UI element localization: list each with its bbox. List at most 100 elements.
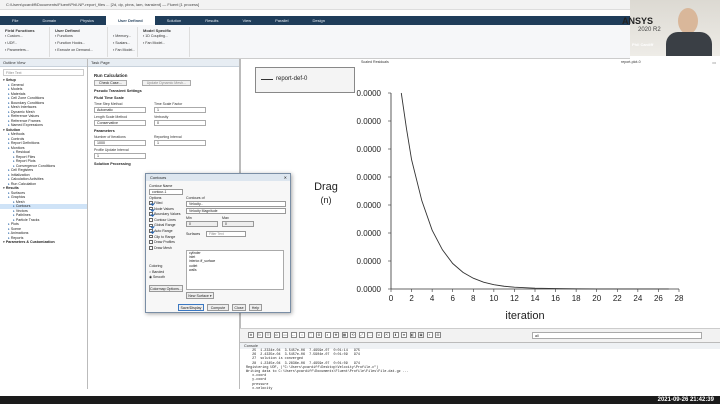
update-dynamic-mesh-button[interactable]: Update Dynamic Mesh... (141, 80, 192, 86)
ribbon-tab-results[interactable]: Results (193, 16, 230, 25)
ribbon-tab-physics[interactable]: Physics (68, 16, 106, 25)
reporting-interval-input[interactable]: 1 (154, 140, 206, 146)
verbosity-label: Verbosity (154, 115, 169, 119)
toolbar-tool-icon[interactable]: ⌖ (426, 332, 433, 338)
ribbon-item[interactable]: ▪ Fan Model... (113, 48, 135, 52)
surfaces-list[interactable]: cylinder inlet interior-ff_surface outlet wa… (186, 250, 284, 290)
toolbar-tool-icon[interactable]: ◐ (324, 332, 331, 338)
x-axis-label: iteration (505, 310, 544, 322)
ribbon-tab-view[interactable]: View (231, 16, 264, 25)
toolbar-tool-icon[interactable]: ⤢ (358, 332, 365, 338)
ribbon-group-title: User Defined (55, 28, 80, 33)
toolbar-tool-icon[interactable]: ↻ (256, 332, 263, 338)
ribbon-tab-file[interactable]: File (0, 16, 30, 25)
toolbar-tool-icon[interactable]: ↕ (299, 332, 305, 338)
tree-item-label: Reports (10, 235, 24, 240)
ribbon-item[interactable]: ▪ Custom... (5, 34, 23, 38)
coloring-row[interactable]: ◉ Smooth (149, 275, 165, 280)
option-label: Node Values (154, 206, 174, 211)
ribbon-tab-parallel[interactable]: Parallel (263, 16, 300, 25)
contours-of-sub-select[interactable]: Velocity Magnitude (186, 208, 286, 214)
ribbon-tab-user-defined[interactable]: User Defined (106, 16, 155, 25)
toolbar-tool-icon[interactable]: ⇱ (384, 332, 390, 338)
save-display-button[interactable]: Save/Display (178, 304, 204, 311)
toolbar-tool-icon[interactable]: ⬌ (401, 332, 407, 338)
checkbox[interactable] (149, 246, 153, 250)
toolbar-tool-icon[interactable]: ⤧ (265, 332, 271, 338)
checkbox[interactable] (149, 223, 153, 228)
min-input[interactable]: 0 (186, 221, 218, 227)
toolbar-tool-icon[interactable]: ✥ (333, 332, 339, 338)
y-tick-label: 0.0000 (357, 229, 382, 238)
toolbar-tool-icon[interactable]: ▭ (282, 332, 288, 338)
ribbon-item[interactable]: ▪ Scalars... (113, 41, 130, 45)
surfaces-filter-input[interactable]: Filter Text (206, 231, 246, 237)
contours-of-select[interactable]: Velocity... (186, 201, 286, 207)
toolbar-tool-icon[interactable]: ▣ (418, 332, 424, 338)
ribbon-item[interactable]: ▪ Functions (55, 34, 73, 38)
ribbon-item[interactable]: ▪ Fan Model... (143, 41, 165, 45)
check-case-button[interactable]: Check Case... (94, 80, 127, 86)
ribbon-item[interactable]: ▪ Execute on Demand... (55, 48, 93, 52)
time-scale-factor-input[interactable]: 1 (154, 107, 206, 113)
ribbon-tab-domain[interactable]: Domain (30, 16, 68, 25)
checkbox[interactable] (149, 234, 153, 239)
toolbar-tool-icon[interactable]: ⊞ (435, 332, 441, 338)
iterations-input[interactable]: 1000 (94, 140, 146, 146)
tree-item-label: Parameters & Customization (5, 240, 55, 244)
coloring-options: ○ Banded ◉ Smooth (149, 270, 165, 281)
display-selector[interactable]: all (532, 332, 702, 339)
ribbon-tab-solution[interactable]: Solution (155, 16, 193, 25)
x-tick-label: 20 (592, 294, 601, 303)
length-scale-method-select[interactable]: Conservative (94, 120, 146, 126)
toolbar-tool-icon[interactable]: ⛶ (367, 332, 373, 338)
time-step-method-select[interactable]: Automatic (94, 107, 146, 113)
toolbar-tool-icon[interactable]: ⬚ (307, 332, 314, 338)
toolbar-tool-icon[interactable]: ▦ (341, 332, 348, 338)
toolbar-tool-icon[interactable]: ⬍ (392, 332, 399, 338)
toolbar-tool-icon[interactable]: ◧ (409, 332, 416, 338)
tree-item-label: Controls (10, 136, 25, 141)
ribbon-item[interactable]: ▪ 1D Coupling... (143, 34, 168, 38)
presenter-name: Phil Cardiff (632, 42, 654, 47)
checkbox[interactable] (149, 212, 153, 217)
compute-button[interactable]: Compute (207, 304, 229, 311)
close-icon[interactable]: ✕ (284, 175, 287, 180)
checkbox[interactable] (149, 206, 153, 211)
ribbon-item[interactable]: ▪ Function Hooks... (55, 41, 85, 45)
option-label: Draw Mesh (154, 245, 172, 250)
colormap-options-button[interactable]: Colormap Options... (149, 285, 183, 292)
ribbon-item[interactable]: ▪ UDF... (5, 41, 17, 45)
toolbar-tool-icon[interactable]: ↔ (290, 332, 297, 338)
checkbox[interactable] (149, 218, 153, 222)
ribbon-group: ▪ Memory... ▪ Scalars... ▪ Fan Model... (110, 27, 138, 57)
verbosity-input[interactable]: 0 (154, 120, 206, 126)
option-row[interactable]: Draw Mesh (149, 246, 181, 252)
surface-item[interactable]: walls (187, 268, 283, 272)
toolbar-tool-icon[interactable]: ⊕ (248, 332, 254, 338)
tree-item[interactable]: ▾ Parameters & Customization (0, 240, 87, 245)
checkbox[interactable] (149, 201, 153, 205)
ribbon-item[interactable]: ▪ Memory... (113, 34, 131, 38)
toolbar-tool-icon[interactable]: ⟲ (350, 332, 356, 338)
ribbon-tab-design[interactable]: Design (300, 16, 336, 25)
x-tick-label: 16 (551, 294, 560, 303)
report-plot-chart: 0.0000 0.0000 0.0000 0.0000 0.0000 0.0000 0.00… (314, 89, 684, 322)
toolbar-tool-icon[interactable]: ⚙ (316, 332, 322, 338)
checkbox[interactable] (149, 229, 153, 233)
outline-view: Outline View Filter Text ▾ Setup ▸ Genera… (0, 59, 88, 389)
profile-update-input[interactable]: 1 (94, 153, 146, 159)
x-tick-label: 4 (430, 294, 435, 303)
tree-item-label: Particle Tracks (15, 217, 40, 222)
new-surface-button[interactable]: New Surface ▾ (186, 292, 214, 299)
tree-item-label: Mesh (15, 199, 25, 204)
close-button[interactable]: Close (232, 304, 246, 311)
toolbar-tool-icon[interactable]: ⊙ (273, 332, 280, 338)
checkbox[interactable] (149, 240, 153, 245)
contour-name-input[interactable]: contour-1 (149, 189, 183, 195)
ribbon-item[interactable]: ▪ Parameters... (5, 48, 29, 52)
help-button[interactable]: Help (249, 304, 262, 311)
toolbar-tool-icon[interactable]: ⇲ (375, 332, 382, 338)
outline-filter-input[interactable]: Filter Text (3, 69, 84, 76)
max-input[interactable]: 0 (222, 221, 254, 227)
